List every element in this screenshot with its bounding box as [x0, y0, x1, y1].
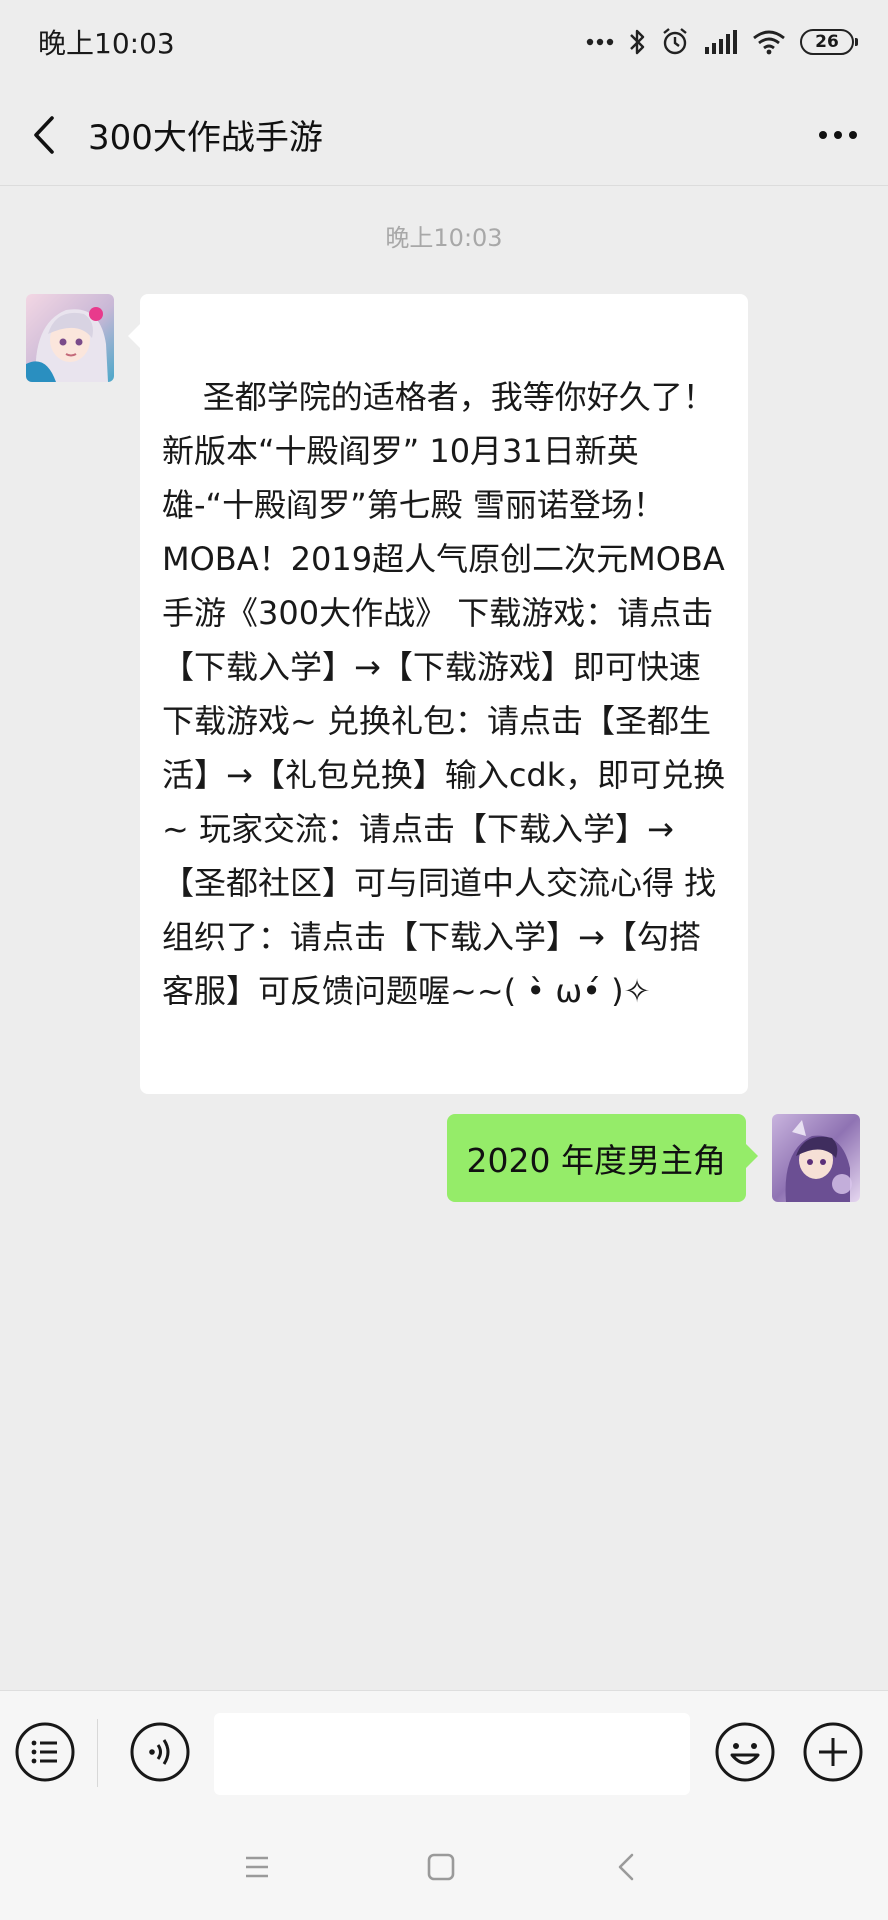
back-triangle-icon	[618, 1853, 634, 1881]
input-bar	[0, 1690, 888, 1814]
bluetooth-icon	[630, 29, 645, 55]
home-button[interactable]	[418, 1844, 464, 1890]
recent-apps-button[interactable]	[234, 1844, 280, 1890]
more-options-button[interactable]	[788, 84, 888, 186]
voice-button[interactable]	[129, 1721, 191, 1783]
outgoing-message-text: 2020 年度男主角	[466, 1141, 726, 1180]
chevron-left-icon	[34, 115, 54, 154]
battery-level: 26	[815, 32, 839, 52]
user-avatar[interactable]	[772, 1114, 860, 1202]
add-attachment-button[interactable]	[802, 1721, 864, 1783]
message-input[interactable]	[214, 1713, 690, 1795]
sender-avatar[interactable]	[26, 294, 114, 382]
game-official-avatar-icon	[26, 294, 114, 382]
emoji-icon	[715, 1722, 775, 1782]
menu-lines-icon	[246, 1856, 268, 1878]
emoji-button[interactable]	[714, 1721, 776, 1783]
alarm-icon	[663, 28, 687, 55]
incoming-message-text: 圣都学院的适格者，我等你好久了！新版本“十殿阎罗” 10月31日新英雄-“十殿阎…	[162, 378, 726, 1010]
outgoing-message-bubble[interactable]: 2020 年度男主角	[446, 1114, 759, 1202]
voice-icon	[130, 1722, 190, 1782]
incoming-message-bubble[interactable]: 圣都学院的适格者，我等你好久了！新版本“十殿阎罗” 10月31日新英雄-“十殿阎…	[128, 294, 748, 1094]
battery-icon: 26	[800, 29, 858, 55]
plus-icon	[803, 1722, 863, 1782]
list-menu-icon	[15, 1722, 75, 1782]
user-avatar-icon	[772, 1114, 860, 1202]
system-navigation-bar	[0, 1814, 888, 1920]
status-bar: 晚上10:03 26	[0, 0, 888, 84]
chat-title: 300大作战手游	[88, 118, 323, 158]
status-time: 晚上10:03	[38, 27, 175, 60]
chat-header: 300大作战手游	[0, 84, 888, 186]
home-square-icon	[427, 1853, 455, 1881]
dots-icon	[586, 38, 614, 46]
message-timestamp: 晚上10:03	[385, 224, 503, 252]
more-dots-icon	[819, 130, 857, 139]
system-back-button[interactable]	[604, 1844, 650, 1890]
back-button[interactable]	[0, 84, 88, 186]
status-icons: 26	[586, 27, 858, 57]
wifi-icon	[753, 30, 785, 55]
message-list[interactable]: 晚上10:03 圣都学院的适格者，我等你好久了！新版本“十殿阎罗” 10月31日…	[0, 186, 888, 1690]
input-bar-divider	[97, 1719, 98, 1787]
signal-icon	[705, 30, 737, 54]
menu-toggle-button[interactable]	[14, 1721, 76, 1783]
